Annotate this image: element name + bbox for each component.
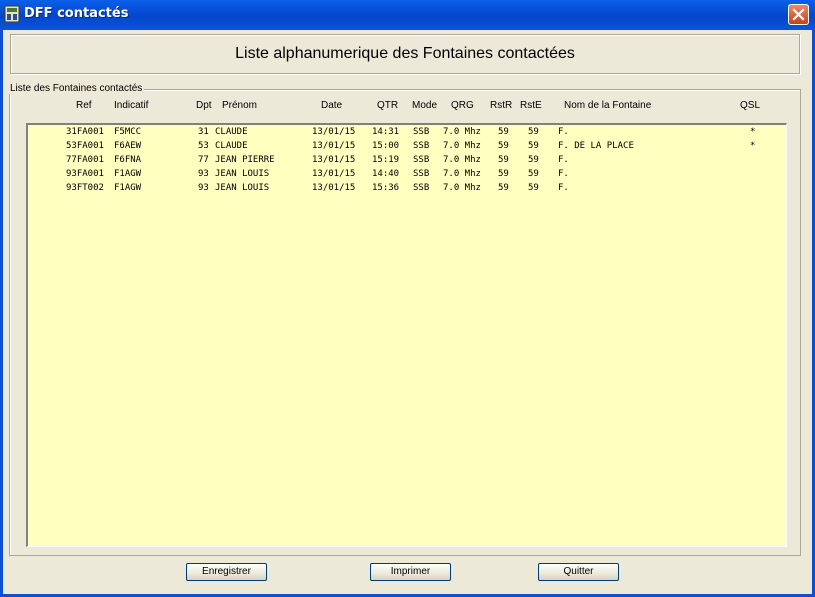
cell-ref: 53FA001 (66, 141, 104, 151)
cell-dpt: 31 (198, 127, 209, 137)
cell-qrg: 7.0 Mhz (443, 183, 481, 193)
cell-mode: SSB (413, 169, 430, 179)
app-window-icon (4, 5, 20, 23)
column-header-qtr: QTR (377, 100, 399, 111)
cell-qtr: 14:40 (372, 169, 400, 179)
column-header-dpt: Dpt (196, 100, 212, 111)
cell-qtr: 15:00 (372, 141, 400, 151)
cell-dpt: 53 (198, 141, 209, 151)
column-header-rste: RstE (520, 100, 542, 111)
cell-nom: F. (558, 183, 569, 193)
quit-button[interactable]: Quitter (538, 563, 619, 581)
cell-qtr: 15:19 (372, 155, 400, 165)
list-item[interactable]: 93FA001 F1AGW 93 JEAN LOUIS 13/01/15 14:… (28, 167, 785, 181)
cell-rstr: 59 (498, 155, 509, 165)
cell-rste: 59 (528, 127, 539, 137)
cell-indicatif: F5MCC (114, 127, 142, 137)
cell-dpt: 77 (198, 155, 209, 165)
cell-prenom: JEAN LOUIS (215, 183, 270, 193)
cell-dpt: 93 (198, 169, 209, 179)
cell-qtr: 14:31 (372, 127, 400, 137)
close-icon (792, 8, 805, 21)
page-title: Liste alphanumerique des Fontaines conta… (235, 45, 575, 62)
cell-date: 13/01/15 (312, 141, 356, 151)
column-header-indicatif: Indicatif (114, 100, 149, 111)
title-bar[interactable]: DFF contactés (0, 0, 815, 30)
list-item[interactable]: 93FT002 F1AGW 93 JEAN LOUIS 13/01/15 15:… (28, 181, 785, 195)
cell-nom: F. (558, 155, 569, 165)
cell-rste: 59 (528, 183, 539, 193)
cell-date: 13/01/15 (312, 127, 356, 137)
cell-indicatif: F1AGW (114, 169, 142, 179)
cell-rstr: 59 (498, 127, 509, 137)
list-item[interactable]: 77FA001 F6FNA 77 JEAN PIERRE 13/01/15 15… (28, 153, 785, 167)
cell-nom: F. DE LA PLACE (558, 141, 634, 151)
cell-rstr: 59 (498, 183, 509, 193)
contacts-list[interactable]: 31FA001 F5MCC 31 CLAUDE 13/01/15 14:31 S… (26, 123, 787, 547)
column-header-prenom: Prénom (222, 100, 258, 111)
close-button[interactable] (788, 4, 809, 25)
list-item[interactable]: 31FA001 F5MCC 31 CLAUDE 13/01/15 14:31 S… (28, 125, 785, 139)
column-header-nom: Nom de la Fontaine (564, 100, 652, 111)
cell-qtr: 15:36 (372, 183, 400, 193)
cell-qrg: 7.0 Mhz (443, 127, 481, 137)
column-header-mode: Mode (412, 100, 438, 111)
cell-ref: 93FT002 (66, 183, 104, 193)
groupbox-legend: Liste des Fontaines contactés (8, 83, 145, 94)
cell-indicatif: F1AGW (114, 183, 142, 193)
cell-date: 13/01/15 (312, 183, 356, 193)
cell-prenom: JEAN LOUIS (215, 169, 270, 179)
cell-ref: 31FA001 (66, 127, 104, 137)
header-panel: Liste alphanumerique des Fontaines conta… (10, 34, 800, 74)
cell-indicatif: F6FNA (114, 155, 142, 165)
cell-ref: 77FA001 (66, 155, 104, 165)
cell-rstr: 59 (498, 141, 509, 151)
cell-mode: SSB (413, 127, 430, 137)
cell-rste: 59 (528, 141, 539, 151)
cell-qrg: 7.0 Mhz (443, 141, 481, 151)
save-button[interactable]: Enregistrer (186, 563, 267, 581)
cell-nom: F. (558, 169, 569, 179)
cell-mode: SSB (413, 155, 430, 165)
cell-rste: 59 (528, 155, 539, 165)
list-item[interactable]: 53FA001 F6AEW 53 CLAUDE 13/01/15 15:00 S… (28, 139, 785, 153)
column-header-rstr: RstR (490, 100, 513, 111)
cell-prenom: CLAUDE (215, 127, 248, 137)
cell-rste: 59 (528, 169, 539, 179)
column-header-date: Date (321, 100, 343, 111)
cell-date: 13/01/15 (312, 169, 356, 179)
column-header-qsl: QSL (740, 100, 761, 111)
window-title: DFF contactés (24, 6, 129, 21)
cell-indicatif: F6AEW (114, 141, 142, 151)
column-header-qrg: QRG (451, 100, 474, 111)
column-header-ref: Ref (76, 100, 92, 111)
cell-rstr: 59 (498, 169, 509, 179)
cell-qsl: * (750, 127, 756, 137)
cell-qrg: 7.0 Mhz (443, 169, 481, 179)
cell-prenom: JEAN PIERRE (215, 155, 275, 165)
cell-mode: SSB (413, 183, 430, 193)
cell-qrg: 7.0 Mhz (443, 155, 481, 165)
print-button[interactable]: Imprimer (370, 563, 451, 581)
cell-mode: SSB (413, 141, 430, 151)
cell-prenom: CLAUDE (215, 141, 248, 151)
cell-ref: 93FA001 (66, 169, 104, 179)
cell-nom: F. (558, 127, 569, 137)
cell-qsl: * (750, 141, 756, 151)
cell-dpt: 93 (198, 183, 209, 193)
cell-date: 13/01/15 (312, 155, 356, 165)
